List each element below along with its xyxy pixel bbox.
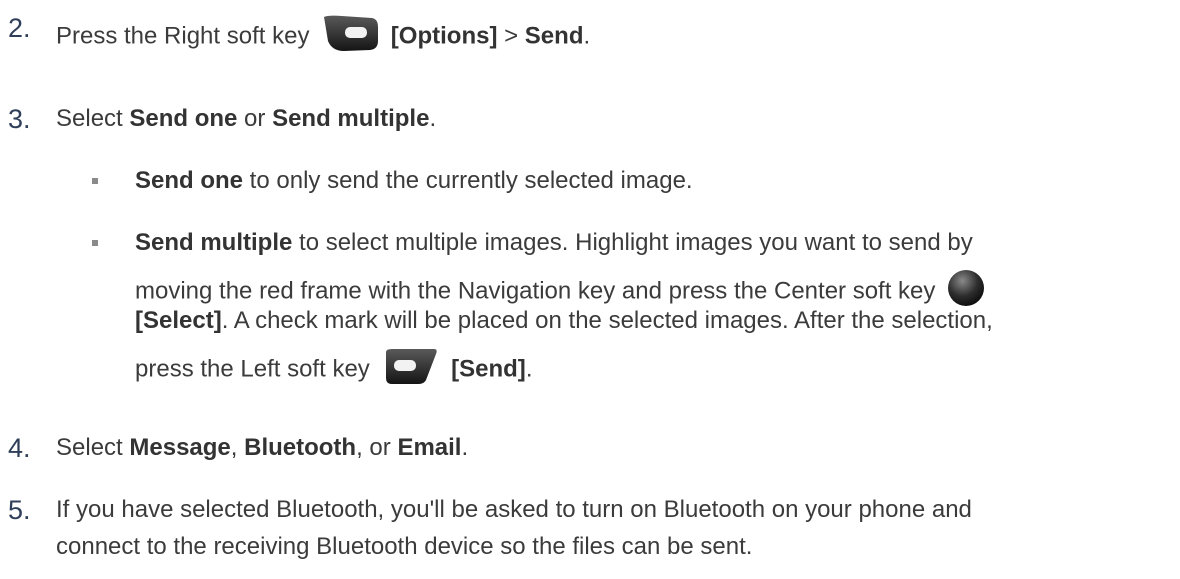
step-number: 2. — [8, 13, 31, 43]
bullet-marker — [92, 178, 98, 184]
step-number: 5. — [8, 495, 31, 525]
sub-bullet-line: [Select]. A check mark will be placed on… — [135, 307, 993, 334]
sub-bullet-line: press the Left soft key [Send]. — [135, 346, 532, 394]
bullet-marker — [92, 240, 98, 246]
sub-bullet-line: Send multiple to select multiple images.… — [135, 229, 973, 256]
step-number: 3. — [8, 104, 31, 134]
left-soft-key-icon — [382, 346, 440, 394]
right-soft-key-icon — [322, 13, 380, 61]
sub-bullet-text: Send one to only send the currently sele… — [135, 167, 693, 194]
step-text-line: connect to the receiving Bluetooth devic… — [56, 533, 753, 560]
step-number: 4. — [8, 433, 31, 463]
step-text: Select Send one or Send multiple. — [56, 105, 437, 132]
step-text-line: If you have selected Bluetooth, you'll b… — [56, 496, 972, 523]
step-text: Select Message, Bluetooth, or Email. — [56, 434, 469, 461]
step-text: Press the Right soft key [Options] > Sen… — [56, 13, 590, 61]
